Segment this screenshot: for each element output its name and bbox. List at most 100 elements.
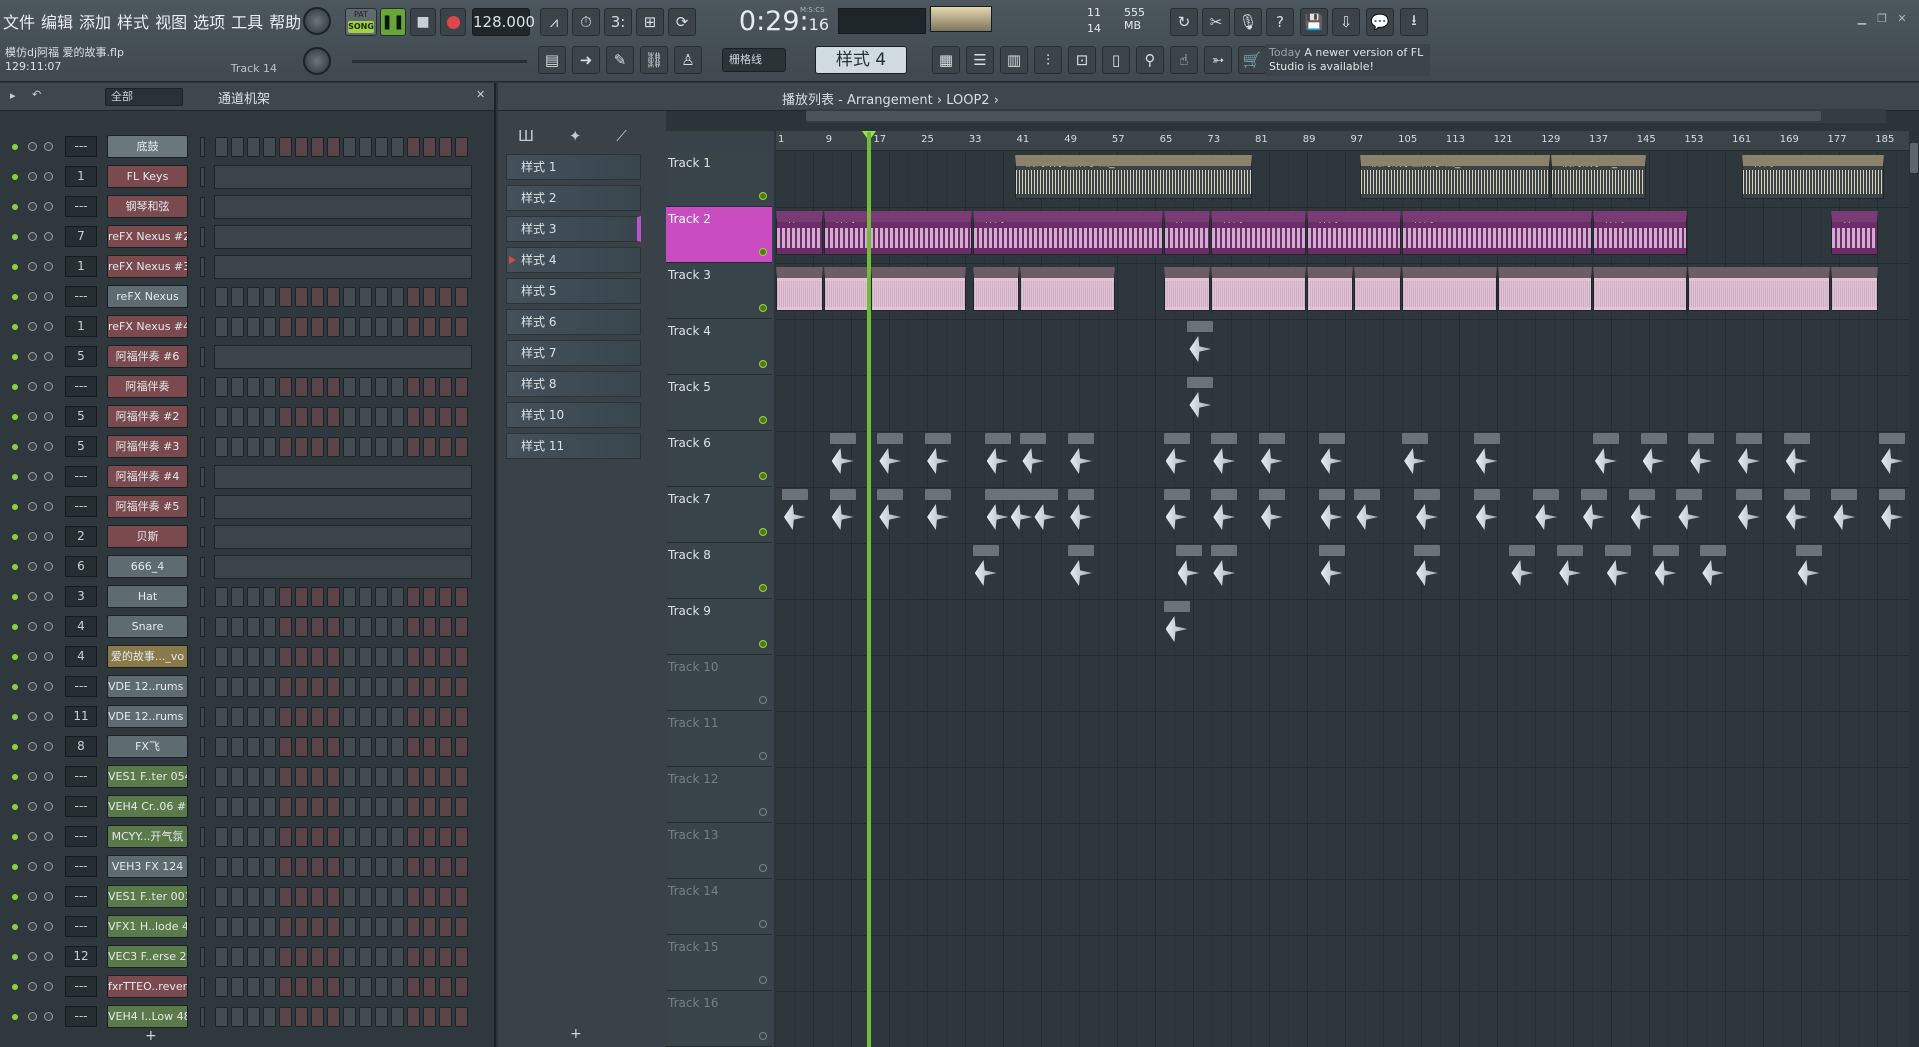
- step-button[interactable]: [215, 317, 228, 337]
- step-button[interactable]: [215, 977, 228, 997]
- track-mute-led[interactable]: [759, 584, 767, 592]
- rack-close-icon[interactable]: ✕: [476, 88, 485, 101]
- channel-volume-knob[interactable]: [28, 262, 37, 271]
- channel-row[interactable]: --- VES1 F..ter 001: [0, 882, 480, 912]
- step-button[interactable]: [439, 737, 452, 757]
- step-button[interactable]: [295, 707, 308, 727]
- step-button[interactable]: [295, 737, 308, 757]
- step-button[interactable]: [327, 437, 340, 457]
- oneshot-clip[interactable]: [1879, 433, 1906, 481]
- step-button[interactable]: [391, 137, 404, 157]
- oneshot-clip[interactable]: [1163, 601, 1190, 649]
- step-button[interactable]: [407, 437, 420, 457]
- step-button[interactable]: [375, 737, 388, 757]
- channel-pan-knob[interactable]: [44, 142, 53, 151]
- step-button[interactable]: [247, 317, 260, 337]
- step-button[interactable]: [247, 737, 260, 757]
- channel-row[interactable]: --- VEH4 Cr..06 #2: [0, 792, 480, 822]
- oneshot-clip[interactable]: [1068, 433, 1095, 481]
- step-button[interactable]: [327, 887, 340, 907]
- loop-clip[interactable]: ▸ LOOP2: [1354, 267, 1402, 311]
- step-button[interactable]: [263, 767, 276, 787]
- step-button[interactable]: [231, 917, 244, 937]
- step-button[interactable]: [359, 647, 372, 667]
- channel-select[interactable]: [200, 827, 205, 847]
- channel-select[interactable]: [200, 767, 205, 787]
- step-button[interactable]: [423, 317, 436, 337]
- step-button[interactable]: [407, 767, 420, 787]
- pattern-item[interactable]: 样式 7: [506, 340, 641, 366]
- step-button[interactable]: [423, 917, 436, 937]
- step-button[interactable]: [455, 797, 468, 817]
- stop-button[interactable]: ■: [410, 8, 436, 36]
- oneshot-clip[interactable]: [1008, 489, 1035, 537]
- channel-volume-knob[interactable]: [28, 562, 37, 571]
- oneshot-clip[interactable]: [1831, 489, 1858, 537]
- step-button[interactable]: [311, 377, 324, 397]
- song-mode-button[interactable]: PAT SONG: [345, 8, 377, 36]
- snap-selector[interactable]: 栅格线: [722, 48, 786, 72]
- save-icon[interactable]: 💾: [1300, 8, 1328, 36]
- file-icon[interactable]: ▯: [1102, 46, 1130, 74]
- channel-name[interactable]: reFX Nexus #4: [107, 315, 188, 338]
- step-button[interactable]: [455, 137, 468, 157]
- step-button[interactable]: [295, 587, 308, 607]
- channel-name[interactable]: FX飞: [107, 735, 188, 758]
- step-button[interactable]: [343, 287, 356, 307]
- channel-volume-knob[interactable]: [28, 322, 37, 331]
- step-button[interactable]: [215, 887, 228, 907]
- track-mute-led[interactable]: [759, 752, 767, 760]
- step-button[interactable]: [407, 647, 420, 667]
- step-button[interactable]: [391, 887, 404, 907]
- step-button[interactable]: [247, 917, 260, 937]
- touch-icon[interactable]: ☝: [1170, 46, 1198, 74]
- channel-name[interactable]: VFX1 H..lode 44: [107, 915, 188, 938]
- channel-name[interactable]: fxrTTEO..reverse: [107, 975, 188, 998]
- step-button[interactable]: [215, 407, 228, 427]
- step-button[interactable]: [439, 377, 452, 397]
- channel-led[interactable]: [12, 954, 18, 960]
- add-channel-button[interactable]: +: [145, 1028, 157, 1044]
- loop-clip[interactable]: ▸ LOOP2: [1211, 267, 1306, 311]
- oneshot-clip[interactable]: [1211, 545, 1238, 593]
- channel-name[interactable]: VDE 12..rums 1: [107, 675, 188, 698]
- channel-led[interactable]: [12, 1014, 18, 1020]
- loop-clip[interactable]: ▸ LOOP1: [1306, 267, 1354, 311]
- step-button[interactable]: [455, 617, 468, 637]
- step-button[interactable]: [375, 827, 388, 847]
- step-sequencer[interactable]: [215, 377, 472, 397]
- channel-volume-knob[interactable]: [28, 862, 37, 871]
- step-button[interactable]: [247, 407, 260, 427]
- step-button[interactable]: [279, 647, 292, 667]
- menu-item-5[interactable]: 选项: [190, 6, 228, 34]
- step-sequencer[interactable]: [215, 977, 472, 997]
- piano-roll-icon[interactable]: ▤: [538, 46, 566, 74]
- track-header[interactable]: Track 2: [666, 207, 772, 263]
- step-button[interactable]: [455, 1007, 468, 1027]
- step-button[interactable]: [455, 587, 468, 607]
- step-button[interactable]: [263, 587, 276, 607]
- channel-row[interactable]: 5 阿福伴奏 #3: [0, 432, 480, 462]
- channel-pan-knob[interactable]: [44, 1012, 53, 1021]
- tempo-display[interactable]: 128.000: [472, 8, 535, 36]
- record-button[interactable]: [440, 8, 466, 36]
- channel-pan-knob[interactable]: [44, 712, 53, 721]
- menu-item-3[interactable]: 样式: [114, 6, 152, 34]
- step-button[interactable]: [247, 1007, 260, 1027]
- channel-volume-knob[interactable]: [28, 292, 37, 301]
- step-button[interactable]: [423, 737, 436, 757]
- oneshot-clip[interactable]: [984, 433, 1011, 481]
- step-button[interactable]: [359, 677, 372, 697]
- mixer-track-number[interactable]: 11: [65, 706, 97, 727]
- step-button[interactable]: [343, 437, 356, 457]
- step-button[interactable]: [455, 917, 468, 937]
- track-header[interactable]: Track 8: [666, 543, 772, 599]
- track-mute-led[interactable]: [759, 1032, 767, 1040]
- channel-volume-knob[interactable]: [28, 442, 37, 451]
- channel-select[interactable]: [200, 947, 205, 967]
- mixer-track-number[interactable]: ---: [65, 286, 97, 307]
- step-button[interactable]: [215, 647, 228, 667]
- channel-name[interactable]: Snare: [107, 615, 188, 638]
- step-button[interactable]: [327, 677, 340, 697]
- channel-name[interactable]: 爱的故事..._vo: [107, 645, 188, 668]
